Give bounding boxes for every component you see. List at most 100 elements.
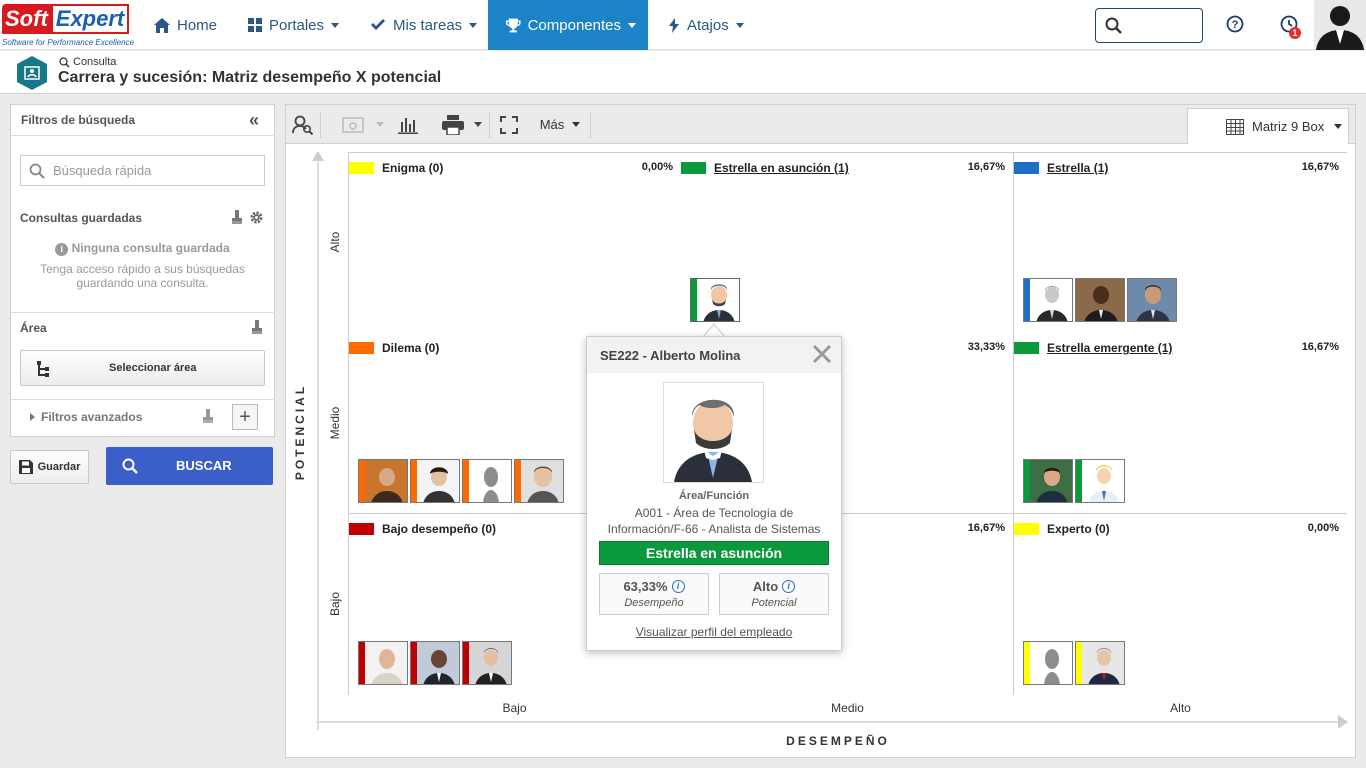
cell-percentage: 33,33% (967, 341, 1005, 353)
select-area-button[interactable]: Seleccionar área (20, 350, 265, 386)
help-icon[interactable]: ? (1226, 15, 1244, 33)
table-grid-icon (1226, 119, 1244, 135)
cell-percentage: 16,67% (1301, 341, 1339, 353)
employee-photo[interactable] (1075, 641, 1125, 685)
employee-photo[interactable] (410, 641, 460, 685)
popup-employee-photo (663, 382, 764, 483)
breadcrumb-label: Consulta (73, 56, 117, 68)
nav-componentes-label: Componentes (527, 16, 621, 34)
cell-percentage: 0,00% (1307, 522, 1339, 534)
nav-home[interactable]: Home (142, 0, 229, 50)
employee-photo[interactable] (462, 641, 512, 685)
chevron-down-icon (376, 122, 384, 127)
global-search-input[interactable] (1095, 8, 1203, 43)
print-button[interactable] (436, 105, 488, 144)
collapse-panel-icon[interactable]: « (249, 111, 259, 129)
popup-status-badge: Estrella en asunción (599, 541, 829, 565)
cell-label-link[interactable]: Estrella (1) (1047, 161, 1108, 175)
chart-button[interactable] (394, 105, 422, 144)
potential-value: Alto (752, 579, 779, 594)
employee-photo[interactable] (1075, 459, 1125, 503)
info-icon[interactable]: i (782, 580, 796, 593)
tree-icon (37, 361, 49, 377)
expand-icon (500, 115, 518, 134)
succession-matrix-icon (17, 56, 47, 90)
employee-photo[interactable] (690, 278, 740, 322)
save-button[interactable]: Guardar (10, 450, 89, 484)
legend-color-box (1014, 342, 1039, 354)
grid-icon (248, 18, 262, 32)
page-title: Carrera y sucesión: Matriz desempeño X p… (58, 69, 442, 86)
employee-photo[interactable] (1075, 278, 1125, 322)
toolbar-separator (489, 112, 490, 138)
nav-atajos-label: Atajos (687, 16, 729, 34)
quick-search-placeholder: Búsqueda rápida (53, 163, 152, 178)
nav-portales[interactable]: Portales (236, 0, 351, 50)
employee-photo[interactable] (514, 459, 564, 503)
nav-mis-tareas-label: Mis tareas (393, 16, 463, 34)
breadcrumb: Consulta (59, 56, 116, 68)
quick-search-input[interactable]: Búsqueda rápida (20, 155, 265, 186)
employee-photo[interactable] (1023, 278, 1073, 322)
chevron-right-icon (30, 413, 35, 421)
fullscreen-button[interactable] (495, 105, 523, 144)
advanced-filters-label: Filtros avanzados (41, 410, 143, 424)
cell-label: Experto (0) (1047, 522, 1110, 536)
cell-label-link[interactable]: Estrella emergente (1) (1047, 341, 1172, 355)
users-button[interactable] (286, 105, 320, 144)
cell-enigma[interactable]: Enigma (0) 0,00% (349, 153, 682, 334)
employee-photo-placeholder[interactable] (1023, 641, 1073, 685)
clear-filter-icon[interactable] (202, 409, 214, 424)
nav-atajos[interactable]: Atajos (656, 0, 756, 50)
search-button[interactable]: BUSCAR (106, 447, 273, 485)
employee-photo[interactable] (1127, 278, 1177, 322)
x-axis-title: DESEMPEÑO (786, 734, 890, 748)
nav-componentes[interactable]: Componentes (488, 0, 648, 50)
nine-box-grid: Enigma (0) 0,00% Estrella en asunción (1… (348, 152, 1347, 695)
cell-label-link[interactable]: Estrella en asunción (1) (714, 161, 849, 175)
cell-estrella[interactable]: Estrella (1) 16,67% (1014, 153, 1347, 334)
performance-value: 63,33% (623, 579, 668, 594)
logo-tagline: Software for Performance Excellence (2, 38, 135, 47)
add-filter-button[interactable]: + (232, 404, 258, 430)
cell-estrella-emergente[interactable]: Estrella emergente (1) 16,67% (1014, 333, 1347, 514)
clear-filter-icon[interactable] (251, 320, 263, 335)
legend-color-box (1014, 523, 1039, 535)
employee-photo[interactable] (358, 459, 408, 503)
user-search-icon (292, 115, 314, 135)
close-icon[interactable] (811, 343, 833, 365)
svg-text:?: ? (1232, 19, 1239, 31)
potential-kpi: Alto i Potencial (719, 573, 829, 615)
chevron-down-icon (1334, 124, 1343, 129)
cell-estrella-en-asuncion[interactable]: Estrella en asunción (1) 16,67% (681, 153, 1014, 334)
legend-color-box (349, 342, 374, 354)
softexpert-logo[interactable]: Soft Expert Software for Performance Exce… (0, 0, 134, 50)
info-icon[interactable]: i (671, 580, 685, 593)
employee-photo-placeholder[interactable] (462, 459, 512, 503)
employee-photo[interactable] (1023, 459, 1073, 503)
y-level-medium: Medio (328, 406, 342, 440)
clear-filter-icon[interactable] (231, 210, 243, 225)
more-menu[interactable]: Más (530, 105, 590, 144)
y-axis-line (312, 151, 324, 730)
advanced-filters-toggle[interactable]: Filtros avanzados (30, 410, 142, 424)
employee-photo[interactable] (358, 641, 408, 685)
preview-button[interactable] (336, 105, 390, 144)
user-avatar[interactable] (1314, 0, 1366, 50)
view-selector[interactable]: Matriz 9 Box (1187, 108, 1349, 144)
check-icon (371, 19, 385, 30)
view-profile-link[interactable]: Visualizar perfil del empleado (600, 625, 828, 639)
printer-icon (442, 114, 464, 135)
more-label: Más (539, 117, 565, 132)
search-icon (1105, 17, 1122, 34)
gear-icon[interactable] (249, 210, 264, 225)
nav-mis-tareas[interactable]: Mis tareas (358, 0, 489, 50)
employee-photo[interactable] (410, 459, 460, 503)
saved-queries-title: Consultas guardadas (20, 211, 143, 225)
cell-percentage: 16,67% (967, 522, 1005, 534)
x-level-high: Alto (1170, 701, 1191, 715)
popup-area-value: A001 - Área de Tecnología de Información… (607, 506, 821, 536)
toolbar-separator (320, 112, 321, 138)
cell-experto[interactable]: Experto (0) 0,00% (1014, 514, 1347, 695)
x-level-low: Bajo (502, 701, 527, 715)
